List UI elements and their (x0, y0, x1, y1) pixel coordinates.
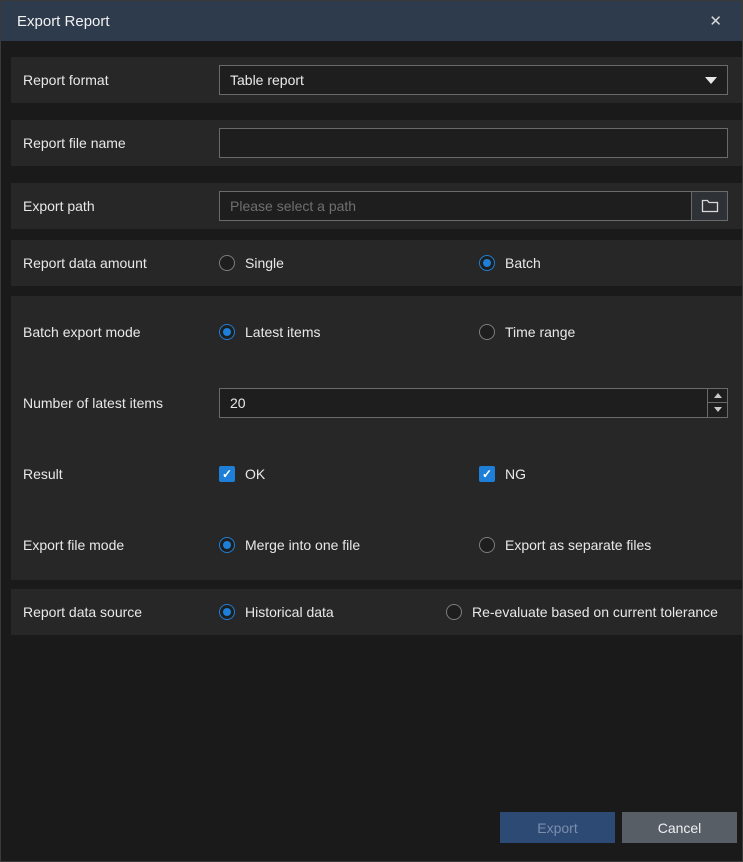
radio-single[interactable]: Single (219, 255, 479, 271)
radio-icon (479, 324, 495, 340)
radio-latest-items-label: Latest items (245, 324, 320, 340)
spinner-down-button[interactable] (708, 403, 727, 417)
batch-export-mode-label: Batch export mode (23, 324, 219, 340)
export-path-row: Export path (11, 183, 742, 229)
number-spinner (707, 389, 727, 417)
checkbox-checked-icon: ✓ (219, 466, 235, 482)
cancel-button[interactable]: Cancel (622, 812, 737, 843)
dialog-title: Export Report (17, 13, 110, 30)
report-format-label: Report format (23, 72, 219, 88)
radio-time-range-label: Time range (505, 324, 575, 340)
report-data-amount-row: Report data amount Single Batch (11, 240, 742, 286)
radio-single-label: Single (245, 255, 284, 271)
radio-merge-label: Merge into one file (245, 537, 360, 553)
report-data-source-row: Report data source Historical data Re-ev… (11, 589, 742, 635)
checkbox-ok-label: OK (245, 466, 265, 482)
radio-time-range[interactable]: Time range (479, 324, 575, 340)
result-row: Result ✓ OK ✓ NG (11, 438, 742, 509)
radio-checked-icon (219, 537, 235, 553)
radio-latest-items[interactable]: Latest items (219, 324, 479, 340)
number-of-latest-items-input[interactable] (220, 389, 707, 417)
chevron-down-icon (705, 77, 717, 84)
dialog-footer: Export Cancel (500, 812, 737, 843)
number-of-latest-items-row: Number of latest items (11, 367, 742, 438)
radio-historical-data-label: Historical data (245, 604, 334, 620)
report-file-name-label: Report file name (23, 135, 219, 151)
radio-icon (446, 604, 462, 620)
spinner-down-icon (714, 407, 722, 412)
radio-batch-label: Batch (505, 255, 541, 271)
number-of-latest-items-label: Number of latest items (23, 395, 219, 411)
spinner-up-button[interactable] (708, 389, 727, 404)
report-format-dropdown[interactable]: Table report (219, 65, 728, 95)
report-format-row: Report format Table report (11, 57, 742, 103)
browse-path-button[interactable] (691, 192, 727, 220)
folder-icon (701, 198, 719, 214)
radio-historical-data[interactable]: Historical data (219, 604, 446, 620)
report-data-source-label: Report data source (23, 604, 219, 620)
export-file-mode-label: Export file mode (23, 537, 219, 553)
report-data-amount-label: Report data amount (23, 255, 219, 271)
radio-icon (479, 537, 495, 553)
spinner-up-icon (714, 393, 722, 398)
radio-reevaluate-label: Re-evaluate based on current tolerance (472, 604, 718, 620)
export-file-mode-row: Export file mode Merge into one file Exp… (11, 509, 742, 580)
radio-reevaluate[interactable]: Re-evaluate based on current tolerance (446, 604, 718, 620)
radio-batch[interactable]: Batch (479, 255, 541, 271)
radio-separate-label: Export as separate files (505, 537, 651, 553)
radio-icon (219, 255, 235, 271)
export-button[interactable]: Export (500, 812, 615, 843)
checkbox-ng[interactable]: ✓ NG (479, 466, 526, 482)
close-icon[interactable]: ✕ (705, 12, 726, 31)
dialog-titlebar: Export Report ✕ (1, 1, 742, 41)
batch-settings-panel: Batch export mode Latest items Time rang… (11, 296, 742, 580)
export-path-input[interactable] (220, 192, 691, 220)
checkbox-checked-icon: ✓ (479, 466, 495, 482)
report-file-name-row: Report file name (11, 120, 742, 166)
radio-merge-into-one-file[interactable]: Merge into one file (219, 537, 479, 553)
radio-checked-icon (479, 255, 495, 271)
dialog-content: Report format Table report Report file n… (1, 41, 742, 635)
result-label: Result (23, 466, 219, 482)
report-file-name-input[interactable] (220, 129, 727, 157)
radio-checked-icon (219, 324, 235, 340)
radio-export-separate-files[interactable]: Export as separate files (479, 537, 651, 553)
batch-export-mode-row: Batch export mode Latest items Time rang… (11, 296, 742, 367)
checkbox-ok[interactable]: ✓ OK (219, 466, 479, 482)
checkbox-ng-label: NG (505, 466, 526, 482)
radio-checked-icon (219, 604, 235, 620)
report-format-value: Table report (230, 72, 304, 88)
export-path-label: Export path (23, 198, 219, 214)
